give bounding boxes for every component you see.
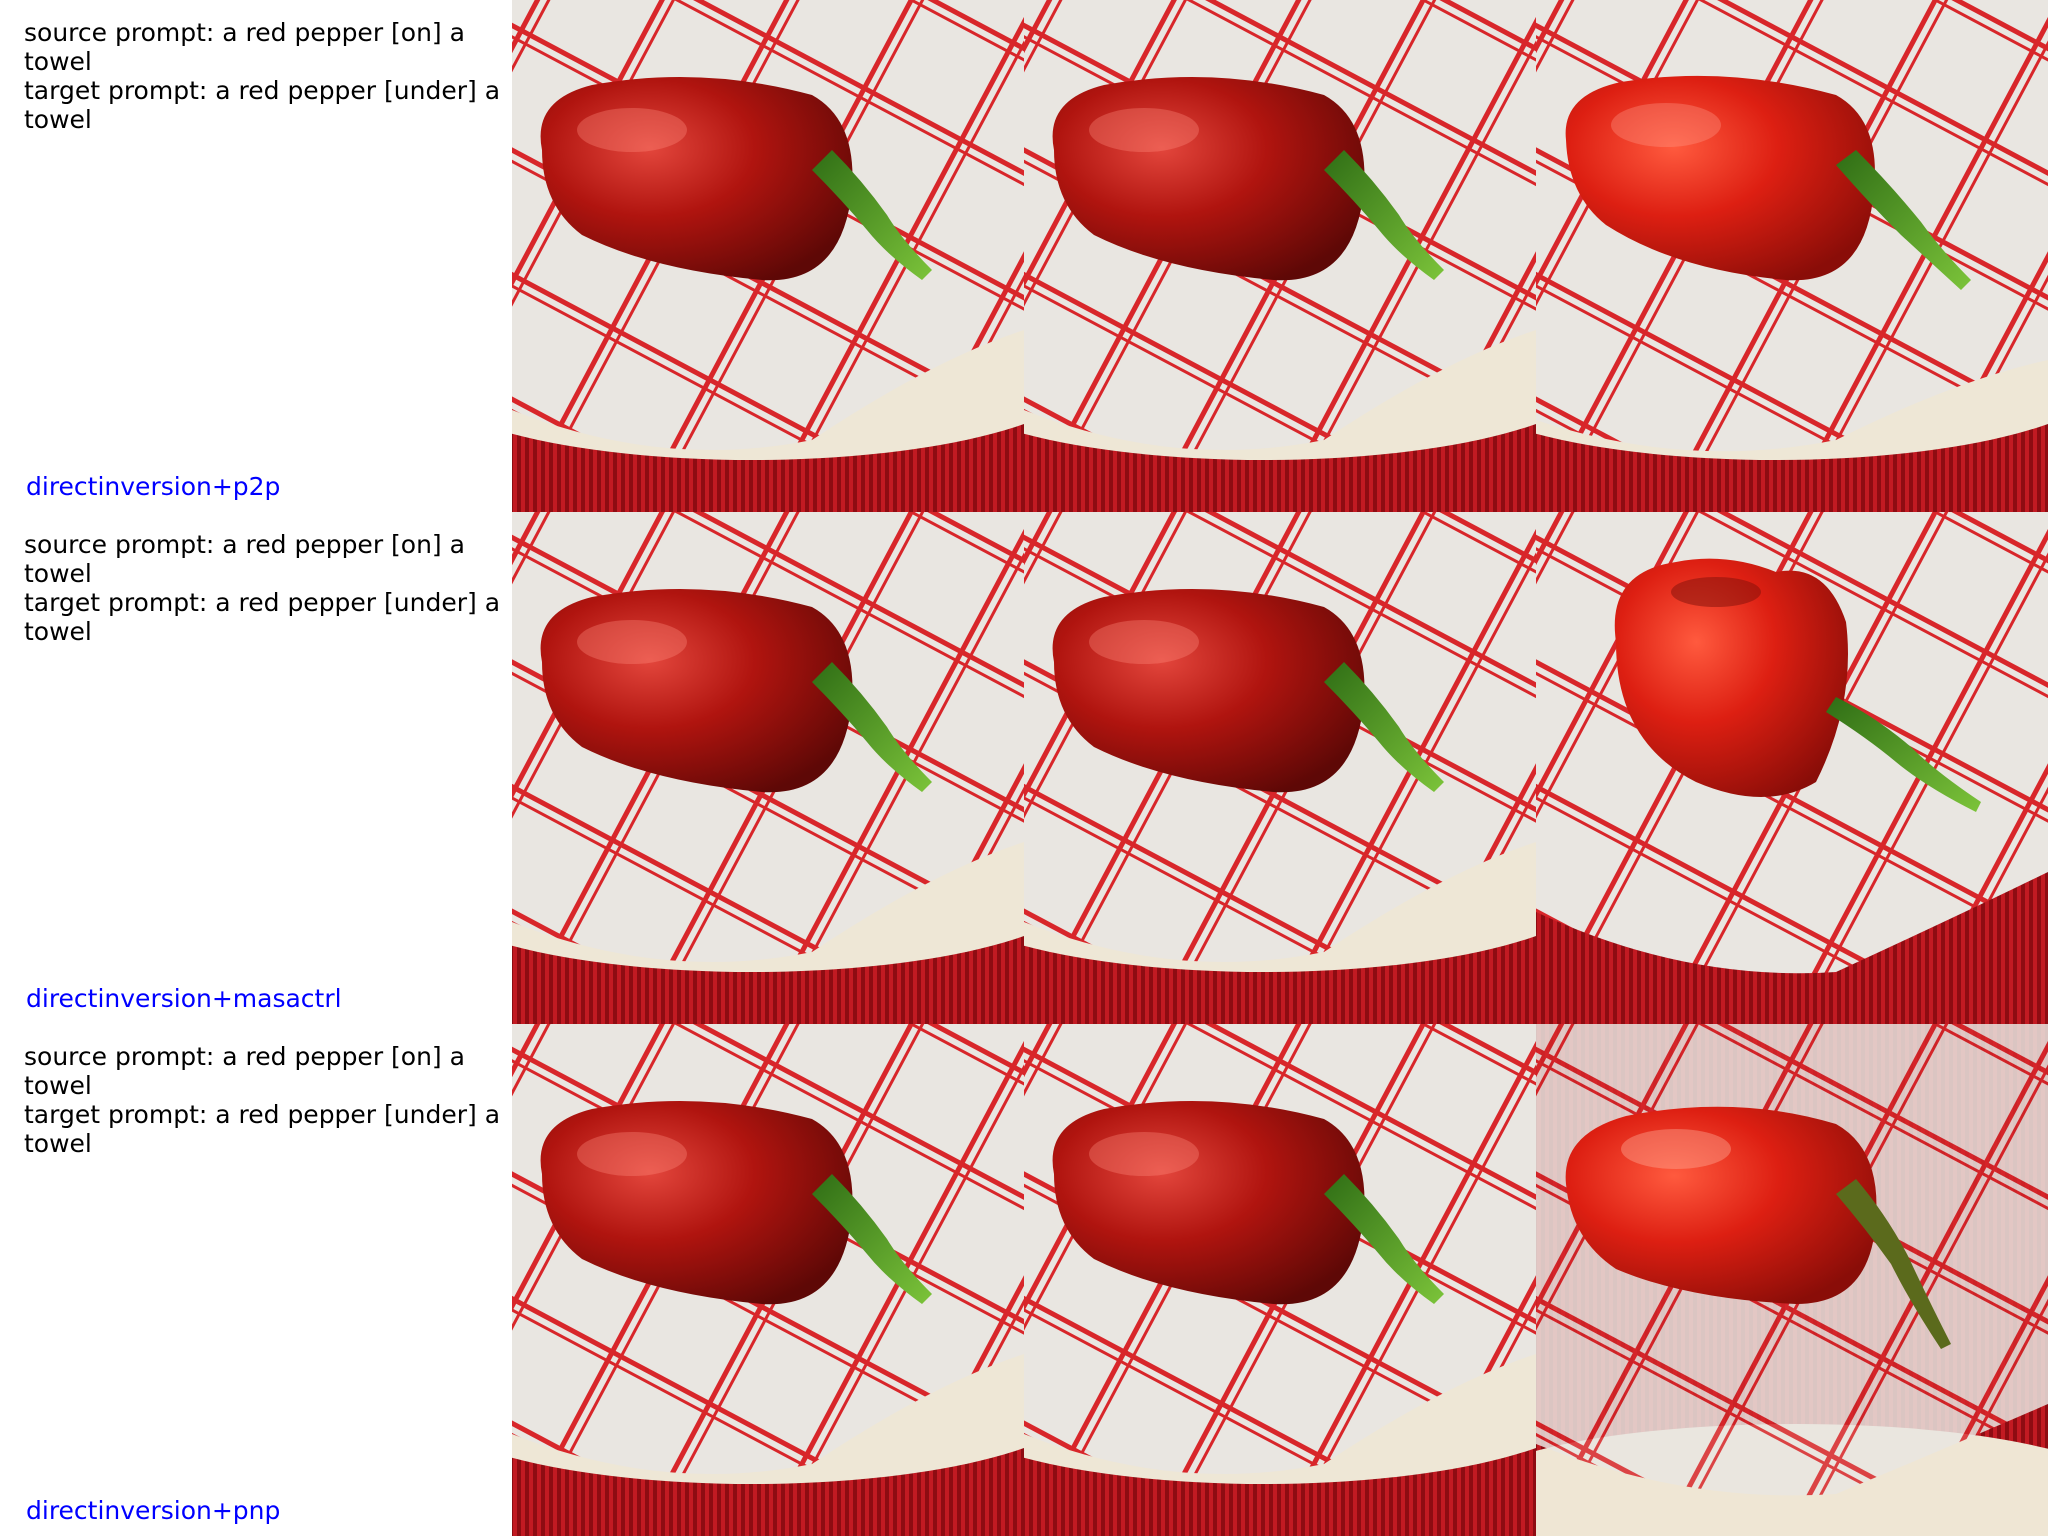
target-prompt-wrap: towel (24, 617, 92, 646)
source-prompt: source prompt: a red pepper [on] a (24, 1042, 465, 1071)
row-label-panel: source prompt: a red pepper [on] a towel… (0, 1024, 512, 1536)
result-row: source prompt: a red pepper [on] a towel… (0, 512, 2048, 1024)
source-prompt-wrap: towel (24, 47, 92, 76)
target-prompt: target prompt: a red pepper [under] a (24, 588, 501, 617)
reconstruction-image (1024, 0, 1536, 512)
source-prompt: source prompt: a red pepper [on] a (24, 530, 465, 559)
pepper-on-towel-photo (1536, 1024, 2048, 1536)
target-prompt-wrap: towel (24, 105, 92, 134)
method-label: directinversion+masactrl (26, 984, 342, 1013)
method-label: directinversion+p2p (26, 472, 281, 501)
source-image (512, 0, 1024, 512)
pepper-on-towel-photo (1536, 0, 2048, 512)
edited-image (1536, 1024, 2048, 1536)
result-row: source prompt: a red pepper [on] a towel… (0, 0, 2048, 512)
target-prompt-wrap: towel (24, 1129, 92, 1158)
target-prompt: target prompt: a red pepper [under] a (24, 76, 501, 105)
row-label-panel: source prompt: a red pepper [on] a towel… (0, 512, 512, 1024)
result-row: source prompt: a red pepper [on] a towel… (0, 1024, 2048, 1536)
pepper-on-towel-photo (512, 1024, 1024, 1536)
edited-image (1536, 512, 2048, 1024)
pepper-on-towel-photo (1024, 512, 1536, 1024)
edited-image (1536, 0, 2048, 512)
pepper-on-towel-photo (512, 0, 1024, 512)
pepper-on-towel-photo (512, 512, 1024, 1024)
method-label: directinversion+pnp (26, 1496, 281, 1525)
source-prompt: source prompt: a red pepper [on] a (24, 18, 465, 47)
source-prompt-wrap: towel (24, 559, 92, 588)
source-image (512, 1024, 1024, 1536)
pepper-on-towel-photo (1536, 512, 2048, 1024)
reconstruction-image (1024, 512, 1536, 1024)
source-prompt-wrap: towel (24, 1071, 92, 1100)
pepper-on-towel-photo (1024, 0, 1536, 512)
prompt-text: source prompt: a red pepper [on] a towel… (24, 1042, 510, 1158)
reconstruction-image (1024, 1024, 1536, 1536)
row-label-panel: source prompt: a red pepper [on] a towel… (0, 0, 512, 512)
target-prompt: target prompt: a red pepper [under] a (24, 1100, 501, 1129)
prompt-text: source prompt: a red pepper [on] a towel… (24, 18, 510, 134)
prompt-text: source prompt: a red pepper [on] a towel… (24, 530, 510, 646)
source-image (512, 512, 1024, 1024)
pepper-on-towel-photo (1024, 1024, 1536, 1536)
